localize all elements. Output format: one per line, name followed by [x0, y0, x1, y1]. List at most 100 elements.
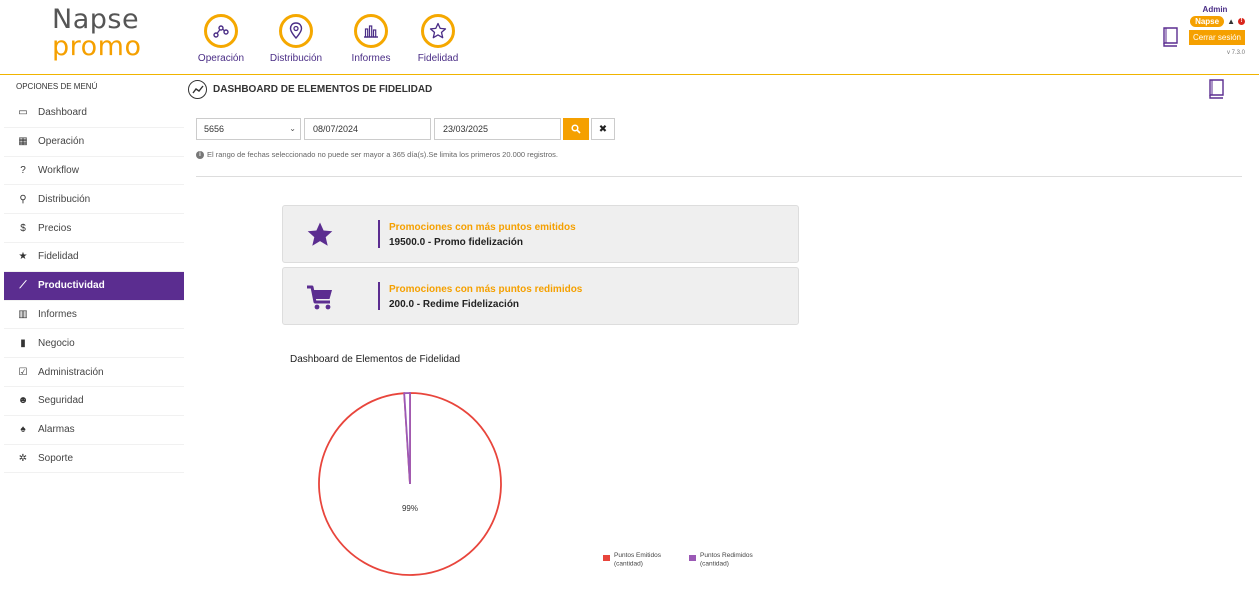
sidebar-item-label: Seguridad: [38, 395, 84, 407]
sidebar-item-label: Negocio: [38, 337, 75, 349]
sidebar-item-alarmas[interactable]: ♠ Alarmas: [4, 416, 184, 445]
user-box: Admin Napse ▲ ! Cerrar sesión v 7.3.0: [1185, 5, 1245, 56]
star-icon: ★: [18, 251, 28, 263]
bell-icon: ♠: [20, 424, 26, 436]
chart-title: Dashboard de Elementos de Fidelidad: [290, 354, 461, 365]
sidebar-item-negocio[interactable]: ▮ Negocio: [4, 329, 184, 359]
chevron-down-icon: ⌄: [289, 124, 296, 133]
star-icon: [307, 222, 333, 246]
close-icon: ✖: [598, 123, 608, 135]
card-most-emitted: Promociones con más puntos emitidos 1950…: [282, 205, 799, 263]
topnav-fidelidad[interactable]: Fidelidad: [403, 14, 473, 64]
sidebar-item-label: Precios: [38, 222, 72, 234]
logout-button[interactable]: Cerrar sesión: [1188, 30, 1245, 45]
sidebar-item-label: Distribución: [38, 193, 91, 205]
sidebar-item-label: Fidelidad: [38, 251, 79, 263]
cart-icon: [307, 285, 332, 310]
card-most-redeemed: Promociones con más puntos redimidos 200…: [282, 267, 799, 325]
legend-label: (cantidad): [700, 561, 729, 568]
dollar-icon: $: [20, 222, 26, 234]
sidebar-item-workflow[interactable]: ? Workflow: [4, 157, 184, 186]
line-chart-icon: ⟋: [19, 280, 27, 292]
cog-icon: ✲: [18, 452, 28, 464]
card-value: 19500.0 - Promo fidelización: [389, 237, 523, 248]
question-circle-icon: ?: [20, 164, 26, 176]
program-select[interactable]: 5656 ⌄: [196, 118, 301, 140]
divider: [196, 176, 1242, 177]
info-icon: i: [196, 150, 204, 159]
sidebar-item-label: Alarmas: [38, 424, 75, 436]
bar-chart-icon: ▥: [18, 308, 28, 320]
date-to-input[interactable]: [434, 118, 561, 140]
sidebar-menu: OPCIONES DE MENÚ ▭ Dashboard ▦ Operación? Wo…: [4, 76, 184, 474]
help-book-icon[interactable]: [1208, 79, 1225, 99]
sidebar-item-label: Soporte: [38, 452, 74, 464]
sidebar-item-productividad[interactable]: ⟋ Productividad: [4, 271, 184, 301]
manual-book-icon[interactable]: [1162, 27, 1179, 47]
topnav-distribucion[interactable]: Distribución: [261, 14, 331, 64]
star-icon: [421, 14, 455, 48]
calendar-check-icon: ☑: [18, 366, 28, 378]
app-version: v 7.3.0: [1226, 50, 1245, 56]
map-marker-icon: ⚲: [19, 193, 27, 205]
search-button[interactable]: [563, 118, 589, 140]
sidebar-title: OPCIONES DE MENÚ: [16, 82, 98, 91]
sidebar-item-label: Informes: [38, 308, 77, 320]
sidebar-item-dashboard[interactable]: ▭ Dashboard: [4, 99, 184, 128]
legend-label: Puntos Emitidos: [614, 552, 662, 559]
sidebar-item-soporte[interactable]: ✲ Soporte: [4, 445, 184, 474]
sidebar-item-fidelidad[interactable]: ★ Fidelidad: [4, 243, 184, 272]
topnav-label: Fidelidad: [417, 53, 459, 64]
legend-swatch: [689, 555, 696, 561]
topnav-label: Distribución: [269, 53, 323, 64]
legend-swatch: [603, 555, 610, 561]
user-name[interactable]: Admin: [1185, 5, 1245, 14]
sidebar-item-operacion[interactable]: ▦ Operación: [4, 128, 184, 157]
program-select-value: 5656: [204, 124, 225, 134]
legend-item-1[interactable]: Puntos Emitidos (cantidad): [603, 552, 662, 568]
topnav-label: Informes: [351, 53, 391, 64]
grid-icon: ▦: [18, 136, 28, 148]
date-range-note: i El rango de fechas seleccionado no pue…: [196, 150, 558, 159]
card-heading: Promociones con más puntos emitidos: [389, 222, 576, 233]
date-from-input[interactable]: [304, 118, 431, 140]
topnav-label: Operación: [197, 53, 245, 64]
topnav-operacion[interactable]: Operación: [186, 14, 256, 64]
legend-label: Puntos Redimidos: [700, 552, 753, 559]
alert-icon[interactable]: !: [1238, 18, 1245, 25]
company-badge[interactable]: Napse: [1190, 16, 1225, 27]
pie-slice-label: 99%: [402, 504, 418, 513]
app-header: Napse promo Operación Distribución Infor…: [0, 0, 1259, 75]
legend-item-2[interactable]: Puntos Redimidos (cantidad): [689, 552, 753, 568]
sidebar-item-label: Dashboard: [38, 107, 87, 119]
sidebar-item-label: Operación: [38, 136, 85, 148]
search-icon: [571, 124, 581, 134]
card-heading: Promociones con más puntos redimidos: [389, 284, 583, 295]
card-value: 200.0 - Redime Fidelización: [389, 299, 520, 310]
legend-label: (cantidad): [614, 561, 643, 568]
bell-icon[interactable]: ▲: [1227, 17, 1235, 26]
fidelity-pie-chart: 99%Puntos Emitidos(cantidad)Puntos Redim…: [318, 392, 753, 576]
sidebar-item-distribucion[interactable]: ⚲ Distribución: [4, 185, 184, 215]
bar-chart-icon: [354, 14, 388, 48]
building-icon: ▮: [20, 337, 26, 349]
map-pin-icon: [279, 14, 313, 48]
operacion-icon: [204, 14, 238, 48]
card-separator: [378, 220, 380, 248]
sidebar-item-label: Workflow: [38, 164, 79, 176]
clear-filters-button[interactable]: ✖: [591, 118, 615, 140]
sidebar-item-precios[interactable]: $ Precios: [4, 214, 184, 243]
line-chart-icon: [188, 80, 207, 99]
sidebar-item-informes[interactable]: ▥ Informes: [4, 301, 184, 330]
page-title: DASHBOARD DE ELEMENTOS DE FIDELIDAD: [213, 84, 433, 95]
sidebar-item-administracion[interactable]: ☑ Administración: [4, 358, 184, 387]
sidebar-item-label: Administración: [38, 366, 104, 378]
laptop-icon: ▭: [18, 107, 28, 119]
card-separator: [378, 282, 380, 310]
users-icon: ☻: [17, 395, 29, 407]
napse-promo-logo[interactable]: Napse promo: [52, 6, 142, 60]
sidebar-item-seguridad[interactable]: ☻ Seguridad: [4, 387, 184, 416]
topnav-informes[interactable]: Informes: [336, 14, 406, 64]
date-range-note-text: El rango de fechas seleccionado no puede…: [207, 150, 559, 159]
sidebar-item-label: Productividad: [38, 280, 105, 292]
